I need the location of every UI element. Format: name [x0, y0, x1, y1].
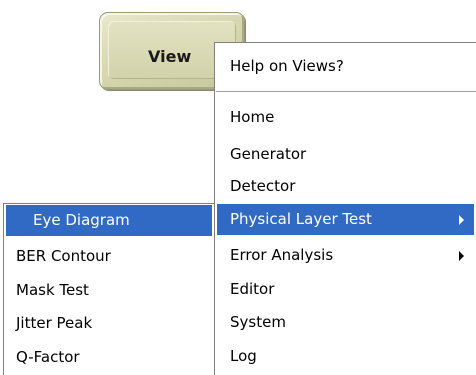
- menu-item-system[interactable]: System: [217, 307, 474, 338]
- menu-item-generator[interactable]: Generator: [217, 139, 474, 170]
- menu-item-editor[interactable]: Editor: [217, 274, 474, 305]
- submenu-item-mask-test[interactable]: Mask Test: [6, 275, 212, 306]
- menu-item-help-on-views[interactable]: Help on Views?: [217, 51, 474, 82]
- menu-item-error-analysis[interactable]: Error Analysis: [217, 240, 474, 271]
- menu-item-label: Editor: [230, 280, 275, 298]
- menu-item-label: Home: [230, 108, 275, 126]
- submenu-item-q-factor[interactable]: Q-Factor: [6, 342, 212, 373]
- menu-item-label: Error Analysis: [230, 246, 334, 264]
- physical-layer-test-submenu: Eye Diagram BER Contour Mask Test Jitter…: [3, 203, 215, 375]
- submenu-item-label: Mask Test: [16, 281, 89, 299]
- submenu-item-eye-diagram[interactable]: Eye Diagram: [6, 205, 212, 236]
- submenu-item-label: BER Contour: [16, 247, 111, 265]
- menu-separator: [216, 91, 476, 93]
- menu-item-physical-layer-test[interactable]: Physical Layer Test: [217, 204, 474, 235]
- view-button-label: View: [148, 47, 192, 66]
- submenu-arrow-icon: [459, 215, 464, 225]
- submenu-item-label: Jitter Peak: [16, 314, 93, 332]
- menu-item-label: Generator: [230, 145, 307, 163]
- submenu-item-label: Eye Diagram: [33, 211, 130, 229]
- menu-item-home[interactable]: Home: [217, 102, 474, 133]
- menu-item-detector[interactable]: Detector: [217, 171, 474, 202]
- submenu-arrow-icon: [459, 251, 464, 261]
- submenu-item-ber-contour[interactable]: BER Contour: [6, 241, 212, 272]
- view-menu: Help on Views? Home Generator Detector P…: [214, 42, 476, 375]
- menu-item-label: System: [230, 313, 286, 331]
- menu-item-label: Log: [230, 347, 257, 365]
- menu-item-log[interactable]: Log: [217, 341, 474, 372]
- menu-item-label: Help on Views?: [230, 57, 344, 75]
- menu-item-label: Physical Layer Test: [230, 210, 372, 228]
- menu-item-label: Detector: [230, 177, 296, 195]
- submenu-item-jitter-peak[interactable]: Jitter Peak: [6, 308, 212, 339]
- submenu-item-label: Q-Factor: [16, 348, 80, 366]
